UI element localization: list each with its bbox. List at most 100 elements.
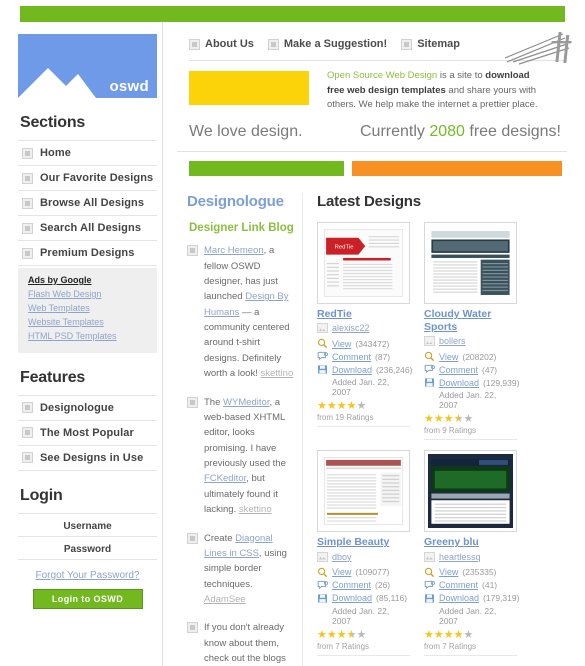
comment-link[interactable]: Comment [439, 365, 478, 375]
comment-count: (87) [375, 351, 391, 362]
design-thumbnail[interactable]: RedTie [317, 222, 410, 305]
star-icon[interactable]: ★ [444, 629, 454, 641]
comment-link[interactable]: Comment [332, 352, 371, 362]
ad-link[interactable]: Flash Web Design [28, 288, 149, 302]
download-link[interactable]: Download [439, 378, 479, 388]
star-icon[interactable]: ★ [337, 400, 347, 412]
design-title-link[interactable]: Greeny blu [424, 536, 517, 549]
floppy-disk-icon [317, 593, 328, 604]
arrow-box-icon [22, 402, 33, 414]
star-icon[interactable]: ★ [327, 629, 337, 641]
ad-link[interactable]: Web Templates [28, 302, 149, 316]
design-added-date: Added Jan. 22, 2007 [332, 605, 390, 626]
star-icon[interactable]: ★ [357, 629, 367, 641]
download-link[interactable]: Download [332, 593, 372, 603]
design-thumbnail[interactable] [424, 450, 517, 533]
speech-bubble-icon [317, 580, 329, 591]
comment-link[interactable]: Comment [439, 580, 478, 590]
ads-title: Ads by Google [28, 275, 92, 285]
forgot-password-link[interactable]: Forgot Your Password? [18, 570, 157, 581]
design-preview-image: RedTie [321, 226, 406, 301]
sidebar-item-browse[interactable]: Browse All Designs [18, 191, 157, 216]
site-logo[interactable]: oswd [18, 34, 157, 98]
intro-text: Open Source Web Design is a site to down… [327, 69, 542, 113]
design-title-link[interactable]: Simple Beauty [317, 536, 410, 549]
design-thumbnail[interactable] [317, 450, 410, 533]
sidebar-item-most-popular[interactable]: The Most Popular [18, 421, 157, 446]
blog-inline-link[interactable]: Marc Hemeon [204, 245, 264, 256]
design-preview-image [428, 454, 513, 529]
blog-inline-link[interactable]: WYMeditor [223, 397, 269, 408]
design-title-link[interactable]: RedTie [317, 308, 410, 321]
password-row: Password [18, 537, 157, 560]
nav-about-us[interactable]: About Us [189, 38, 254, 50]
tagline-left: We love design. [189, 123, 303, 141]
star-icon[interactable]: ★ [424, 629, 434, 641]
home-icon [22, 147, 33, 159]
design-author-link[interactable]: bollers [439, 336, 466, 346]
comment-count: (41) [482, 580, 498, 591]
sidebar-item-search[interactable]: Search All Designs [18, 216, 157, 241]
ad-link[interactable]: Website Templates [28, 316, 149, 330]
view-link[interactable]: View [332, 567, 351, 577]
search-icon [22, 222, 33, 234]
design-author-link[interactable]: heartlessq [439, 552, 481, 562]
blog-author-link[interactable]: skettino [261, 368, 294, 379]
design-added-date: Added Jan. 22, 2007 [439, 390, 497, 411]
taglines-row: We love design. Currently 2080 free desi… [177, 113, 567, 151]
comment-link[interactable]: Comment [332, 580, 371, 590]
design-author-link[interactable]: alexisc22 [332, 323, 370, 333]
download-link[interactable]: Download [439, 593, 479, 603]
star-icon[interactable]: ★ [357, 400, 367, 412]
magnifier-icon [424, 567, 435, 578]
star-icon[interactable]: ★ [444, 413, 454, 425]
star-icon[interactable]: ★ [317, 400, 327, 412]
nav-label: Sitemap [417, 38, 460, 50]
design-author-link[interactable]: dboy [332, 552, 352, 562]
login-button[interactable]: Login to OSWD [32, 588, 143, 609]
star-icon[interactable]: ★ [434, 629, 444, 641]
username-row: Username [18, 512, 157, 537]
download-link[interactable]: Download [332, 365, 372, 375]
password-label: Password [63, 543, 112, 555]
blog-entry: If you don't already know about them, ch… [187, 620, 294, 666]
view-link[interactable]: View [439, 352, 458, 362]
ad-link[interactable]: HTML PSD Templates [28, 330, 149, 344]
tagline-prefix: Currently [359, 123, 430, 141]
nav-make-a-suggestion[interactable]: Make a Suggestion! [267, 38, 387, 50]
star-icon[interactable]: ★ [327, 400, 337, 412]
sidebar-item-designologue[interactable]: Designologue [18, 396, 157, 421]
star-icon[interactable]: ★ [424, 413, 434, 425]
star-icon[interactable]: ★ [464, 413, 474, 425]
blog-text-fragment: The [204, 396, 224, 408]
design-title-link[interactable]: Cloudy Water Sports [424, 308, 517, 334]
star-icon[interactable]: ★ [347, 629, 357, 641]
star-icon[interactable]: ★ [347, 400, 357, 412]
design-thumbnail[interactable] [424, 222, 517, 305]
blog-entry: The WYMeditor, a web-based XHTML editor,… [187, 395, 294, 518]
download-count: (129,939) [483, 377, 520, 388]
orange-bar[interactable] [352, 161, 562, 177]
blog-inline-link[interactable]: FCKeditor [204, 473, 246, 484]
sidebar-item-favorites[interactable]: Our Favorite Designs [18, 166, 157, 191]
speech-bubble-icon [424, 580, 436, 591]
view-link[interactable]: View [439, 567, 458, 577]
star-icon[interactable]: ★ [454, 629, 464, 641]
star-rating: ★★★★★ [317, 401, 410, 412]
design-added-date: Added Jan. 22, 2007 [332, 377, 390, 398]
avatar [317, 323, 328, 334]
view-link[interactable]: View [332, 339, 351, 349]
blog-author-link[interactable]: AdamSee [204, 594, 246, 605]
star-icon[interactable]: ★ [317, 629, 327, 641]
blog-author-link[interactable]: skettino [239, 504, 272, 515]
star-icon[interactable]: ★ [337, 629, 347, 641]
green-bar[interactable] [189, 161, 344, 177]
nav-sitemap[interactable]: Sitemap [401, 38, 460, 50]
blog-entry-text: If you don't already know about them, ch… [204, 620, 294, 666]
star-icon[interactable]: ★ [434, 413, 444, 425]
sidebar-item-premium[interactable]: Premium Designs [18, 241, 157, 266]
star-icon[interactable]: ★ [454, 413, 464, 425]
sidebar-item-designs-in-use[interactable]: See Designs in Use [18, 446, 157, 471]
sidebar-item-home[interactable]: Home [18, 141, 157, 166]
star-icon[interactable]: ★ [464, 629, 474, 641]
